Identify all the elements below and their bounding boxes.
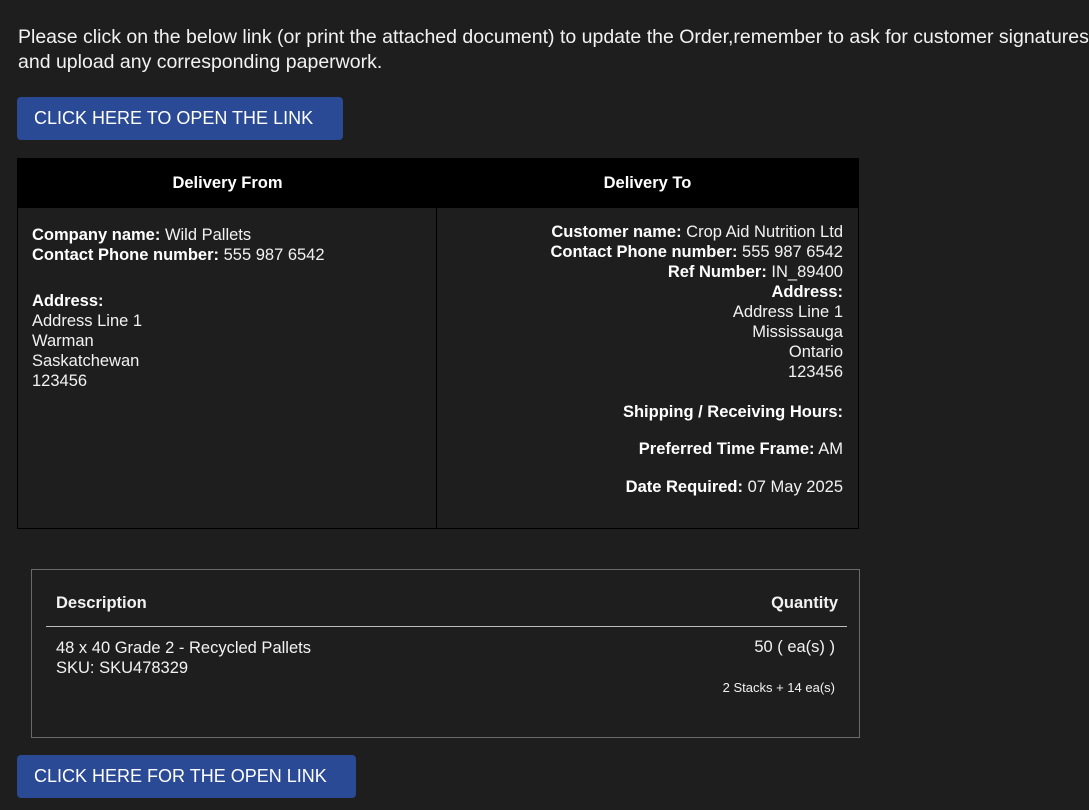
items-table: Description Quantity 48 x 40 Grade 2 - R… xyxy=(31,569,860,738)
to-ref-label: Ref Number: xyxy=(667,263,767,281)
item-stacks: 2 Stacks + 14 ea(s) xyxy=(722,680,835,695)
item-sku: SKU: SKU478329 xyxy=(56,659,189,677)
to-phone-line: Contact Phone number: 555 987 6542 xyxy=(550,242,843,262)
shipping-hours-line: Shipping / Receiving Hours: xyxy=(623,402,843,422)
item-description: 48 x 40 Grade 2 - Recycled Pallets SKU: … xyxy=(56,638,311,678)
to-address-postal: 123456 xyxy=(787,363,843,381)
to-ref-line: Ref Number: IN_89400 xyxy=(550,262,843,282)
open-link-button-bottom[interactable]: CLICK HERE FOR THE OPEN LINK xyxy=(17,755,356,798)
to-customer-label: Customer name: xyxy=(551,223,682,241)
date-required-value: 07 May 2025 xyxy=(743,478,843,496)
date-required-label: Date Required: xyxy=(625,478,744,496)
items-table-header: Description Quantity xyxy=(46,570,847,627)
from-phone-value: 555 987 6542 xyxy=(219,246,325,264)
to-phone-value: 555 987 6542 xyxy=(737,243,843,261)
to-phone-label: Contact Phone number: xyxy=(550,243,738,261)
from-phone-label: Contact Phone number: xyxy=(32,246,220,264)
time-frame-value: AM xyxy=(814,440,843,458)
time-frame-label: Preferred Time Frame: xyxy=(638,440,815,458)
instruction-text: Please click on the below link (or print… xyxy=(18,26,1089,73)
from-company-label: Company name: xyxy=(32,226,161,244)
shipping-hours-label: Shipping / Receiving Hours: xyxy=(622,403,843,421)
delivery-from-header: Delivery From xyxy=(172,174,283,192)
column-divider xyxy=(436,208,437,528)
description-column-header: Description xyxy=(56,594,147,612)
time-frame-line: Preferred Time Frame: AM xyxy=(639,439,843,459)
date-required-line: Date Required: 07 May 2025 xyxy=(626,477,843,497)
from-address-line-1: Address Line 1 xyxy=(32,312,143,330)
from-company-value: Wild Pallets xyxy=(160,226,252,244)
to-address-line-1: Address Line 1 xyxy=(732,303,843,321)
delivery-from-details: Company name: Wild Pallets Contact Phone… xyxy=(32,225,325,391)
to-address-province: Ontario xyxy=(788,343,843,361)
item-quantity: 50 ( ea(s) ) xyxy=(754,638,835,656)
to-customer-value: Crop Aid Nutrition Ltd xyxy=(681,223,843,241)
delivery-to-header: Delivery To xyxy=(603,174,692,192)
from-address-label: Address: xyxy=(32,292,104,310)
to-customer-line: Customer name: Crop Aid Nutrition Ltd xyxy=(550,222,843,242)
from-address-postal: 123456 xyxy=(32,372,88,390)
from-company-line: Company name: Wild Pallets xyxy=(32,225,325,245)
delivery-table: Delivery From Delivery To Company name: … xyxy=(17,158,859,529)
open-link-button[interactable]: CLICK HERE TO OPEN THE LINK xyxy=(17,97,343,140)
to-address-label: Address: xyxy=(771,283,843,301)
from-phone-line: Contact Phone number: 555 987 6542 xyxy=(32,245,325,265)
from-address-city: Warman xyxy=(32,332,94,350)
item-name: 48 x 40 Grade 2 - Recycled Pallets xyxy=(56,639,311,657)
delivery-to-details: Customer name: Crop Aid Nutrition Ltd Co… xyxy=(550,222,843,382)
quantity-column-header: Quantity xyxy=(771,594,838,612)
from-address-province: Saskatchewan xyxy=(32,352,140,370)
to-ref-value: IN_89400 xyxy=(766,263,843,281)
delivery-table-header: Delivery From Delivery To xyxy=(18,159,858,208)
to-address-city: Mississauga xyxy=(752,323,843,341)
